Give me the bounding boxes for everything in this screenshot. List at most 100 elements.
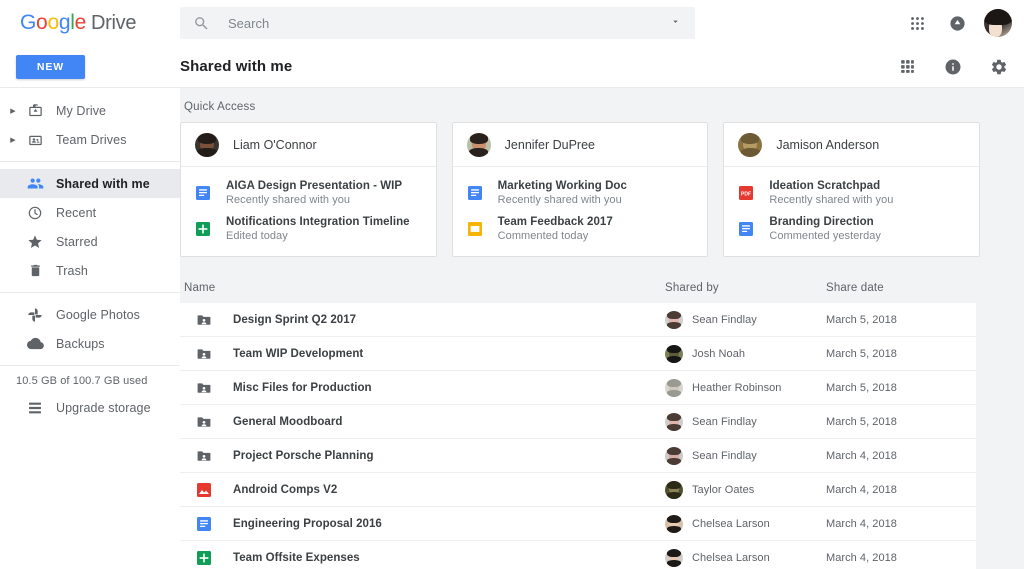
quick-access-file[interactable]: Notifications Integration Timeline Edite… [181,211,436,247]
brand-logo[interactable]: Google Drive [0,11,180,35]
quick-access-file[interactable]: Branding Direction Commented yesterday [724,211,979,247]
new-button[interactable]: NEW [16,54,85,79]
star-icon [20,234,50,250]
new-button-container: NEW [0,54,180,79]
search-input[interactable] [228,15,670,31]
google-wordmark: Google [20,11,86,35]
table-row[interactable]: Design Sprint Q2 2017 Sean Findlay March… [180,303,976,337]
quick-access-file-subtitle: Commented yesterday [769,230,881,242]
table-cell-name: Engineering Proposal 2016 [180,516,665,532]
table-cell-share-date: March 5, 2018 [826,381,897,394]
table-cell-share-date: March 4, 2018 [826,517,897,530]
apps-grid-icon[interactable] [904,10,930,36]
file-name: Android Comps V2 [233,483,338,496]
sidebar-label: Starred [56,234,98,249]
sidebar: ▶ My Drive ▶ Team Drives Shared with me … [0,88,180,569]
quick-access-card: Liam O'Connor AIGA Design Presentation -… [180,122,437,257]
search-dropdown-icon[interactable] [670,14,681,32]
quick-access-file-subtitle: Commented today [497,230,589,242]
quick-access-card-header[interactable]: Jennifer DuPree [452,123,708,167]
google-sheets-icon [195,221,211,237]
grid-view-icon[interactable] [894,54,920,80]
sidebar-item-team-drives[interactable]: ▶ Team Drives [0,125,180,154]
quick-access-file-text: Team Feedback 2017 Commented today [498,216,613,242]
chevron-right-icon[interactable]: ▶ [6,136,20,144]
photos-pinwheel-icon [20,307,50,323]
body: ▶ My Drive ▶ Team Drives Shared with me … [0,88,1024,569]
sidebar-item-recent[interactable]: Recent [0,198,180,227]
avatar [665,480,683,499]
table-cell-shared-by: Sean Findlay [665,412,826,431]
shared-folder-icon [196,448,212,464]
top-bar: Google Drive [0,0,1024,46]
sidebar-label: Google Photos [56,307,140,322]
quick-access-card-header[interactable]: Jamison Anderson [724,123,980,167]
quick-access-file[interactable]: Team Feedback 2017 Commented today [453,211,708,247]
chevron-right-icon[interactable]: ▶ [6,107,20,115]
shared-folder-icon [196,414,212,430]
info-icon[interactable] [940,54,966,80]
quick-access-file-subtitle: Recently shared with you [226,194,351,206]
account-avatar[interactable] [984,9,1012,37]
quick-access-file-subtitle: Edited today [226,230,288,242]
sidebar-label: Upgrade storage [56,400,151,415]
avatar [195,132,219,157]
quick-access-file-title: Marketing Working Doc [497,180,627,192]
notifications-icon[interactable] [944,10,970,36]
sidebar-label: My Drive [56,103,107,118]
table-row[interactable]: Team Offsite Expenses Chelsea Larson Mar… [180,541,976,569]
quick-access-label: Quick Access [184,101,256,113]
shared-folder-icon [196,312,212,328]
table-row[interactable]: Misc Files for Production Heather Robins… [180,371,976,405]
quick-access-file-text: AIGA Design Presentation - WIP Recently … [226,180,402,206]
file-name: Misc Files for Production [233,381,372,394]
file-name: Design Sprint Q2 2017 [233,313,357,326]
table-row[interactable]: Engineering Proposal 2016 Chelsea Larson… [180,507,976,541]
quick-access-file-list: PDF Ideation Scratchpad Recently shared … [724,167,979,256]
quick-access-file[interactable]: AIGA Design Presentation - WIP Recently … [181,175,436,211]
logo-letter-g: G [20,11,37,34]
table-header: Name Shared by Share date [180,273,976,303]
settings-gear-icon[interactable] [986,54,1012,80]
sidebar-item-my-drive[interactable]: ▶ My Drive [0,96,180,125]
sidebar-item-trash[interactable]: Trash [0,256,180,285]
clock-icon [20,205,50,221]
column-header-name[interactable]: Name [180,282,665,294]
column-header-share-date[interactable]: Share date [826,282,976,294]
quick-access-file-subtitle: Recently shared with you [497,194,622,206]
table-cell-shared-by: Sean Findlay [665,446,826,465]
avatar [665,514,683,533]
sidebar-item-upgrade-storage[interactable]: Upgrade storage [0,393,180,422]
logo-letter-e: e [74,11,87,34]
table-body: Design Sprint Q2 2017 Sean Findlay March… [180,303,976,569]
file-name: Project Porsche Planning [233,449,374,462]
table-cell-name: Misc Files for Production [180,380,665,396]
quick-access-file-title: Branding Direction [769,216,874,228]
quick-access-card-header[interactable]: Liam O'Connor [181,123,436,167]
shared-by-name: Chelsea Larson [692,517,770,530]
sidebar-item-shared-with-me[interactable]: Shared with me [0,169,180,198]
table-row[interactable]: General Moodboard Sean Findlay March 5, … [180,405,976,439]
sidebar-label: Team Drives [56,132,127,147]
search-bar[interactable] [180,7,695,39]
table-cell-share-date: March 4, 2018 [826,551,897,564]
storage-usage-text: 10.5 GB of 100.7 GB used [16,375,148,387]
table-cell-share-date: March 5, 2018 [826,313,897,326]
team-drives-icon [20,132,50,147]
table-cell-name: Project Porsche Planning [180,448,665,464]
main-content: Quick Access Liam O'Connor AIGA Design P… [180,88,1024,569]
sidebar-item-backups[interactable]: Backups [0,329,180,358]
google-docs-icon [738,221,754,237]
quick-access-file[interactable]: Marketing Working Doc Recently shared wi… [453,175,708,211]
sidebar-item-starred[interactable]: Starred [0,227,180,256]
quick-access-card: Jamison Anderson PDF Ideation Scratchpad… [723,122,981,257]
avatar [665,310,683,329]
table-row[interactable]: Android Comps V2 Taylor Oates March 4, 2… [180,473,976,507]
table-row[interactable]: Team WIP Development Josh Noah March 5, … [180,337,976,371]
table-row[interactable]: Project Porsche Planning Sean Findlay Ma… [180,439,976,473]
avatar [665,548,683,567]
column-header-shared-by[interactable]: Shared by [665,282,826,294]
sidebar-item-google-photos[interactable]: Google Photos [0,300,180,329]
quick-access-file[interactable]: PDF Ideation Scratchpad Recently shared … [724,175,979,211]
table-cell-name: Android Comps V2 [180,482,665,498]
